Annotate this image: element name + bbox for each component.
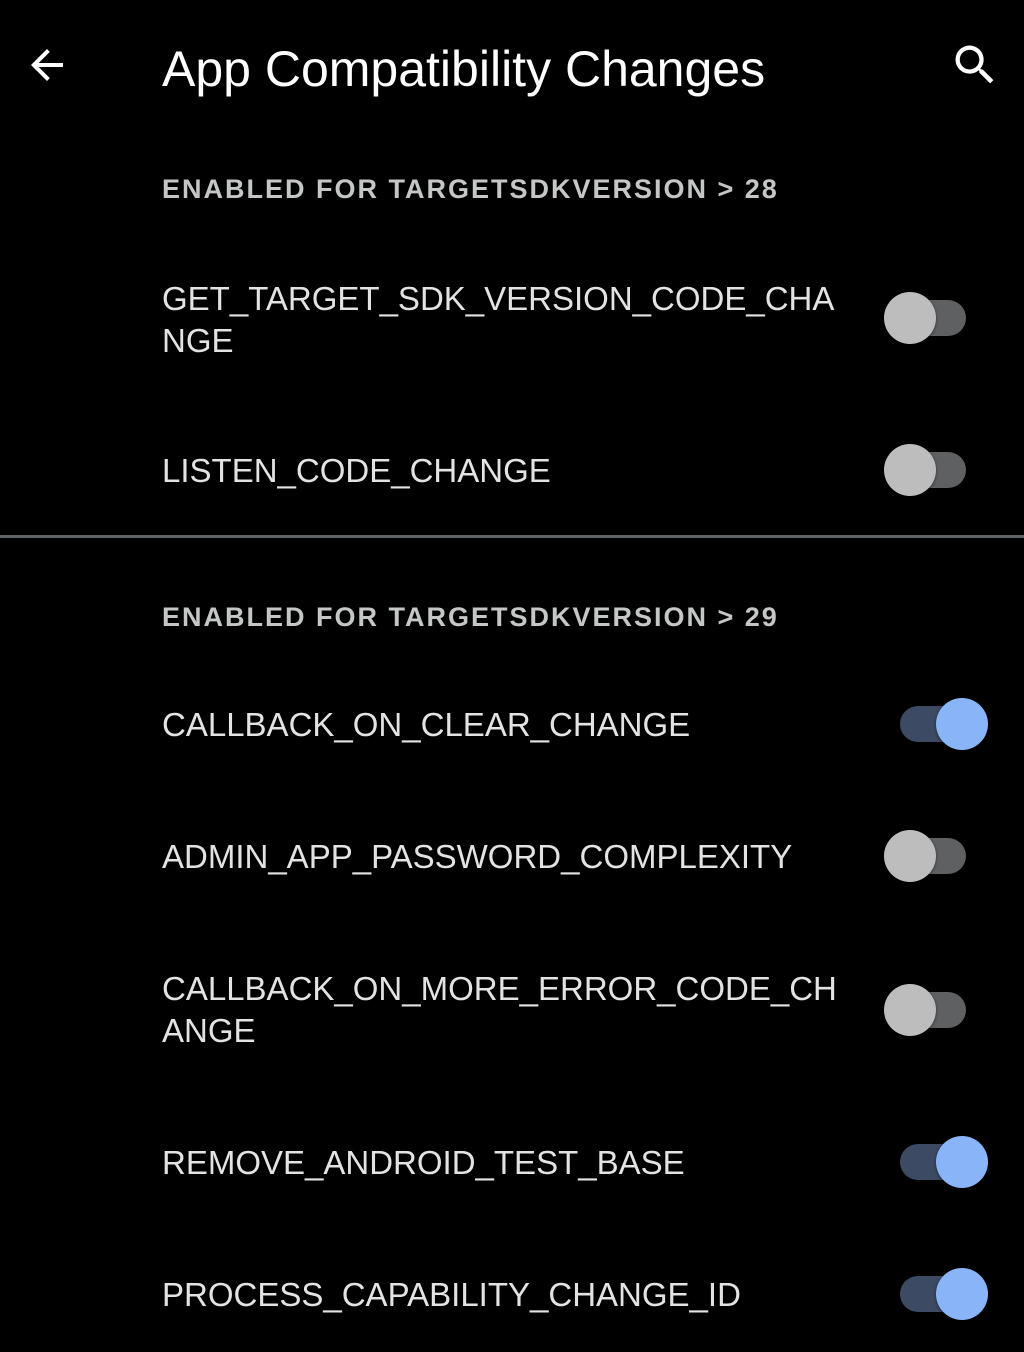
change-label: GET_TARGET_SDK_VERSION_CODE_CHANGE	[162, 280, 835, 359]
page-title: App Compatibility Changes	[162, 41, 766, 97]
search-icon	[949, 39, 1001, 96]
back-button[interactable]	[14, 34, 80, 100]
toggle-get-target-sdk-version-code-change[interactable]	[884, 284, 974, 344]
change-row-callback-on-more-error-code-change[interactable]: CALLBACK_ON_MORE_ERROR_CODE_CHANGE	[0, 960, 1024, 1070]
change-row-callback-on-clear-change[interactable]: CALLBACK_ON_CLEAR_CHANGE	[0, 684, 1024, 764]
switch-thumb	[936, 1136, 988, 1188]
search-button[interactable]	[942, 34, 1008, 100]
section-header-sdk-28: ENABLED FOR TARGETSDKVERSION > 28	[162, 174, 779, 204]
change-row-admin-app-password-complexity[interactable]: ADMIN_APP_PASSWORD_COMPLEXITY	[0, 816, 1024, 896]
toggle-remove-android-test-base[interactable]	[884, 1128, 988, 1188]
switch-thumb	[936, 698, 988, 750]
change-label: REMOVE_ANDROID_TEST_BASE	[162, 1144, 685, 1181]
switch-thumb	[936, 1268, 988, 1320]
change-label: ADMIN_APP_PASSWORD_COMPLEXITY	[162, 838, 793, 875]
change-row-listen-code-change[interactable]: LISTEN_CODE_CHANGE	[0, 430, 1024, 510]
change-label: LISTEN_CODE_CHANGE	[162, 452, 551, 489]
toggle-callback-on-more-error-code-change[interactable]	[884, 976, 974, 1036]
arrow-back-icon	[23, 41, 71, 94]
change-row-remove-android-test-base[interactable]: REMOVE_ANDROID_TEST_BASE	[0, 1122, 1024, 1202]
toggle-process-capability-change-id[interactable]	[884, 1260, 988, 1320]
switch-thumb	[884, 444, 936, 496]
change-label: PROCESS_CAPABILITY_CHANGE_ID	[162, 1276, 741, 1313]
change-row-get-target-sdk-version-code-change[interactable]: GET_TARGET_SDK_VERSION_CODE_CHANGE	[0, 270, 1024, 380]
change-row-process-capability-change-id[interactable]: PROCESS_CAPABILITY_CHANGE_ID	[0, 1254, 1024, 1334]
toggle-callback-on-clear-change[interactable]	[884, 690, 988, 750]
switch-thumb	[884, 830, 936, 882]
switch-thumb	[884, 292, 936, 344]
section-divider	[0, 535, 1024, 538]
toggle-listen-code-change[interactable]	[884, 436, 974, 496]
change-label: CALLBACK_ON_MORE_ERROR_CODE_CHANGE	[162, 970, 837, 1049]
change-label: CALLBACK_ON_CLEAR_CHANGE	[162, 706, 691, 743]
section-header-sdk-29: ENABLED FOR TARGETSDKVERSION > 29	[162, 602, 779, 632]
switch-thumb	[884, 984, 936, 1036]
app-toolbar: App Compatibility Changes	[0, 0, 1024, 140]
toggle-admin-app-password-complexity[interactable]	[884, 822, 974, 882]
